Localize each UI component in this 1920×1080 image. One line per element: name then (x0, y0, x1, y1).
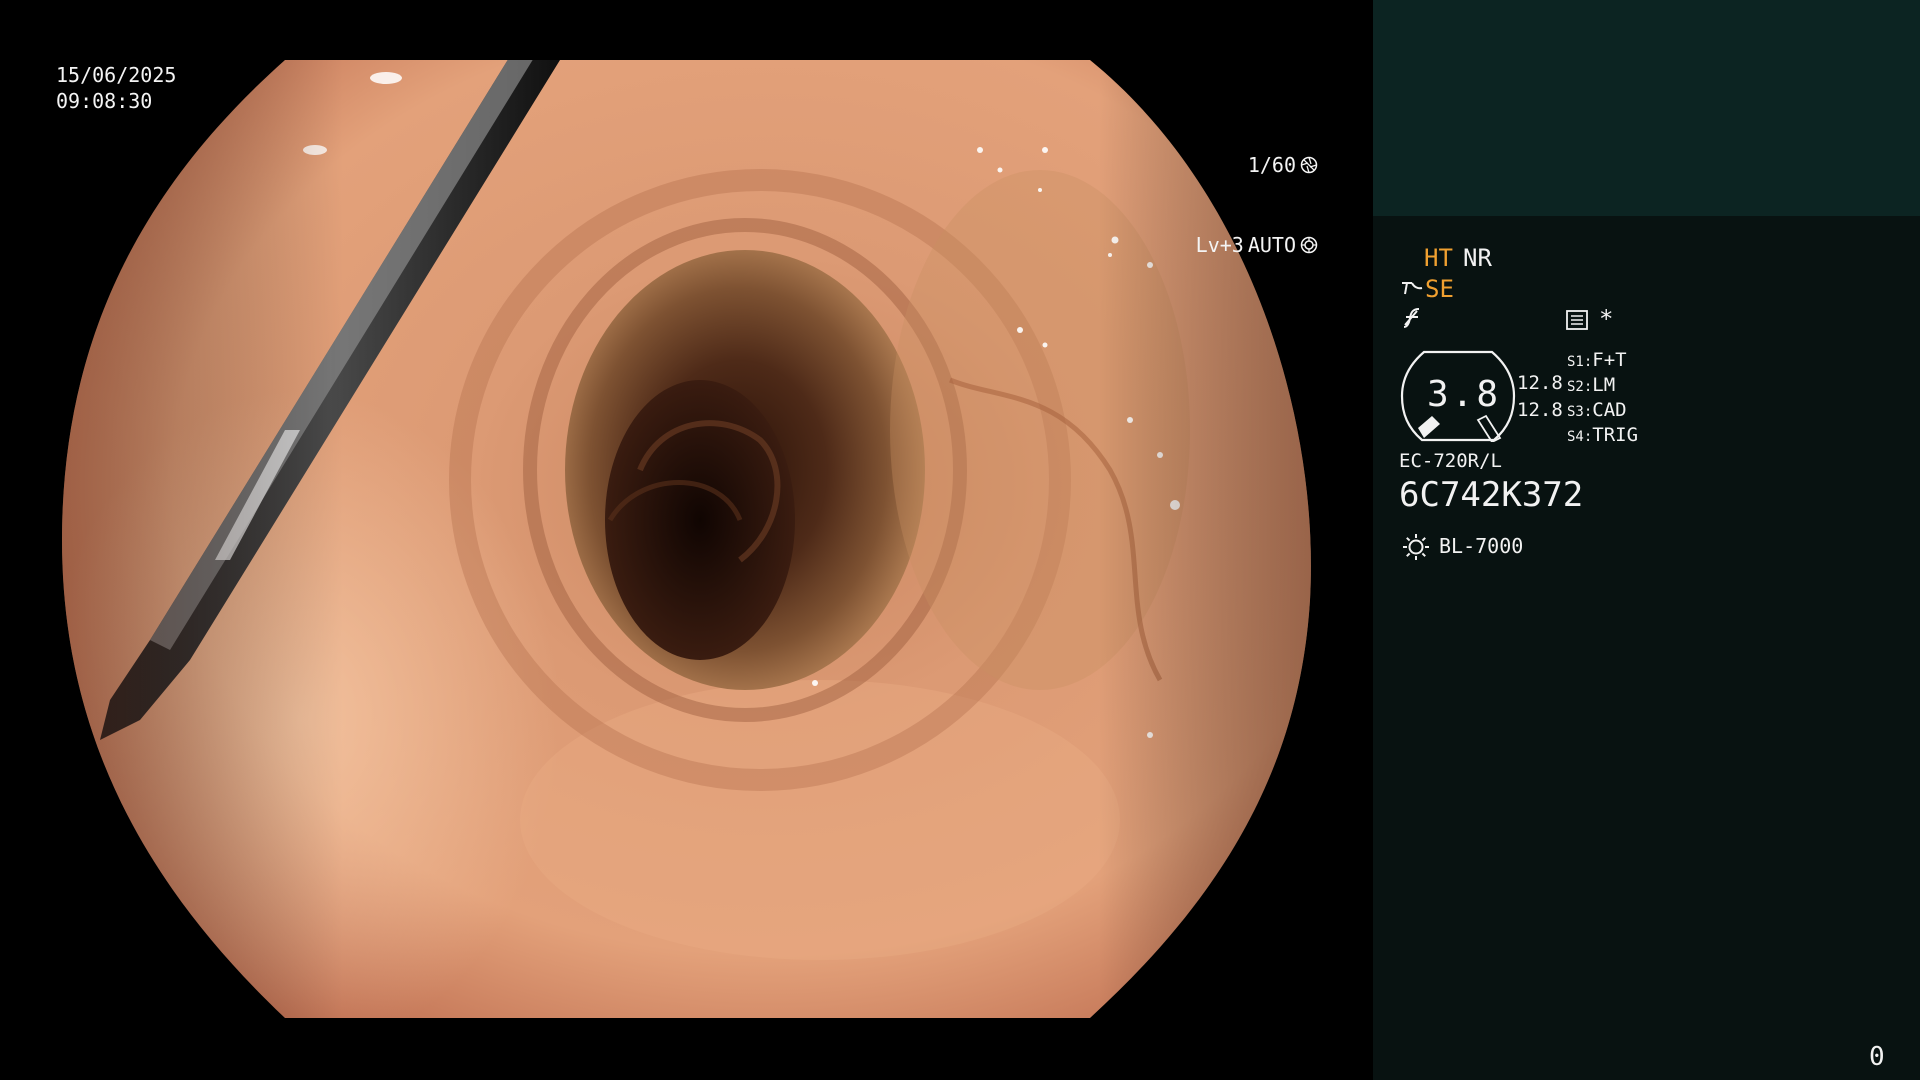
switch-value: F+T (1592, 349, 1627, 371)
scope-model-text: EC-720R/L (1399, 450, 1502, 472)
gauge-value: 3.8 (1427, 374, 1502, 415)
switch-key: S1: (1567, 354, 1593, 370)
asterisk-mark: * (1599, 305, 1614, 333)
endoscope-video-area: 15/06/2025 09:08:30 1/60 Lv+3 AUTO (0, 0, 1373, 1080)
gain-value-1: 12.8 (1517, 372, 1563, 394)
switch-row-4: S4:TRIG (1567, 424, 1638, 446)
date-text: 15/06/2025 (56, 63, 177, 87)
info-panel: HT NR SE * 3.8 12.8 12.8 S1:F+T S2:LM S3… (1373, 0, 1920, 1080)
nr-mode-label: NR (1463, 244, 1492, 272)
gain-value-2: 12.8 (1517, 399, 1563, 421)
switch-value: CAD (1592, 399, 1627, 421)
ht-mode-label: HT (1424, 244, 1453, 272)
structure-enhance-icon (1402, 282, 1423, 295)
menu-list-icon (1566, 310, 1588, 330)
switch-row-1: S1:F+T (1567, 349, 1627, 371)
image-counter: 0 (1869, 1042, 1885, 1072)
iris-level-text: Lv+3 (1195, 233, 1244, 257)
shutter-speed-text: 1/60 (1247, 153, 1296, 177)
switch-key: S4: (1567, 429, 1593, 445)
switch-row-2: S2:LM (1567, 374, 1615, 396)
se-mode-label: SE (1425, 275, 1454, 303)
time-text: 09:08:30 (56, 89, 153, 113)
sun-icon (1403, 534, 1429, 560)
exposure-info: 1/60 Lv+3 AUTO (1196, 99, 1318, 311)
switch-key: S3: (1567, 404, 1593, 420)
scope-serial-text: 6C742K372 (1399, 475, 1584, 515)
iris-mode-text: AUTO (1247, 233, 1296, 257)
thumbnail-area (1373, 0, 1920, 216)
switch-value: TRIG (1592, 424, 1639, 446)
switch-value: LM (1592, 374, 1616, 396)
freeze-icon (1403, 308, 1420, 328)
endoscopic-image (62, 60, 1311, 1018)
light-source-text: BL-7000 (1439, 534, 1524, 558)
switch-row-3: S3:CAD (1567, 399, 1627, 421)
iris-icon (1300, 236, 1318, 254)
aperture-icon (1300, 156, 1318, 174)
switch-key: S2: (1567, 379, 1593, 395)
date-time-display: 15/06/2025 09:08:30 (56, 62, 176, 114)
